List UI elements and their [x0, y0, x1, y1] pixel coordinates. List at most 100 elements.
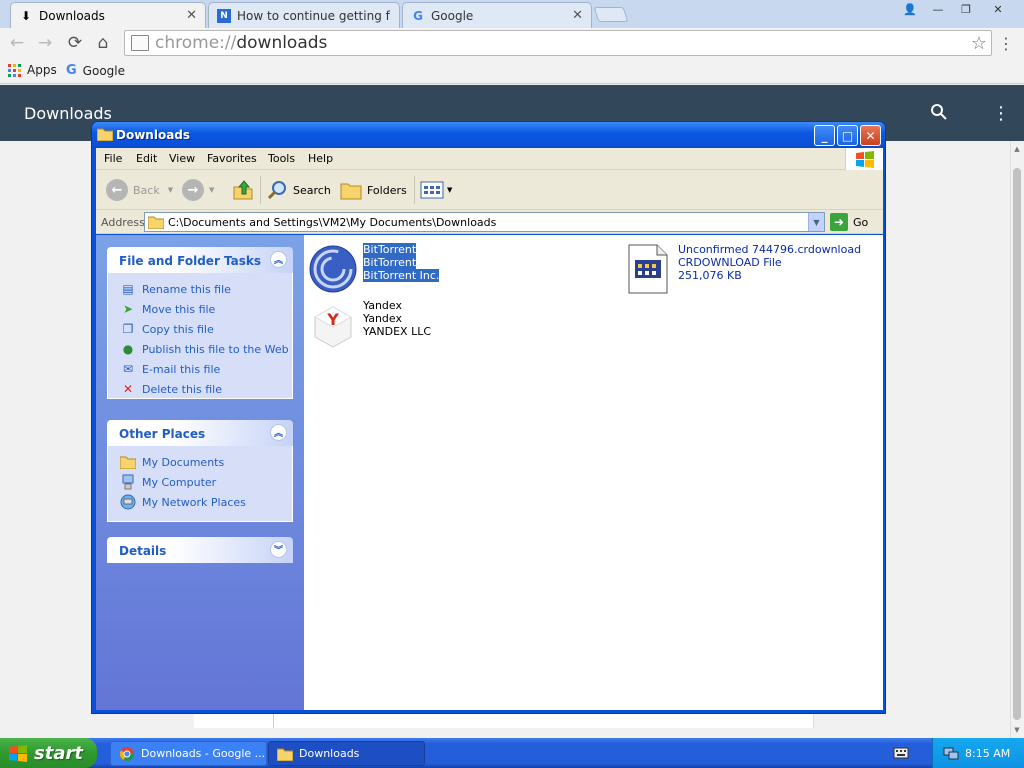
address-dropdown-icon[interactable]: ▼ — [808, 213, 824, 231]
place-my-computer[interactable]: My Computer — [120, 474, 216, 490]
card-divider — [273, 712, 274, 728]
window-close-button[interactable]: ✕ — [984, 0, 1012, 18]
bookmark-label: Google — [82, 63, 125, 78]
scrollbar-thumb[interactable] — [1013, 168, 1021, 720]
rename-icon: ▤ — [122, 282, 134, 296]
file-folder-tasks-header[interactable]: File and Folder Tasks ︽ — [107, 247, 293, 273]
bookmark-label: Apps — [27, 63, 57, 77]
collapse-chevron-icon[interactable]: ︽ — [270, 251, 287, 268]
views-button[interactable]: ▼ — [420, 178, 452, 202]
task-delete[interactable]: ✕ Delete this file — [120, 381, 222, 397]
task-copy[interactable]: ❐ Copy this file — [120, 321, 214, 337]
place-my-documents[interactable]: My Documents — [120, 454, 224, 470]
address-path: C:\Documents and Settings\VM2\My Documen… — [168, 215, 497, 229]
address-bar[interactable]: chrome://downloads ☆ — [124, 30, 992, 56]
task-rename[interactable]: ▤ Rename this file — [120, 281, 231, 297]
bookmark-google[interactable]: G Google — [66, 63, 125, 78]
taskbar-item-downloads[interactable]: Downloads — [268, 741, 425, 766]
task-publish[interactable]: ● Publish this file to the Web — [120, 341, 289, 357]
up-folder-icon — [233, 180, 253, 200]
minimize-button[interactable]: _ — [814, 125, 835, 146]
reload-icon[interactable]: ⟳ — [64, 32, 86, 54]
home-icon[interactable]: ⌂ — [92, 32, 114, 54]
clock[interactable]: 8:15 AM — [965, 747, 1010, 760]
back-label: Back — [133, 183, 160, 197]
start-label: start — [34, 742, 83, 764]
more-options-icon[interactable]: ⋮ — [992, 103, 1010, 124]
menu-favorites[interactable]: Favorites — [207, 152, 257, 165]
start-button[interactable]: start — [0, 738, 97, 768]
url-text: chrome://downloads — [155, 33, 328, 53]
address-toolbar: Address C:\Documents and Settings\VM2\My… — [96, 210, 883, 234]
go-label: Go — [853, 215, 869, 229]
move-icon: ➤ — [122, 302, 134, 316]
search-icon[interactable] — [930, 103, 948, 126]
section-title: File and Folder Tasks — [119, 254, 262, 268]
task-email[interactable]: ✉ E-mail this file — [120, 361, 220, 377]
up-folder-button[interactable] — [232, 178, 254, 202]
go-button[interactable]: ➜ Go — [830, 213, 868, 231]
chrome-icon — [119, 746, 135, 762]
forward-button[interactable]: → ▼ — [182, 178, 214, 202]
chrome-menu-icon[interactable]: ⋮ — [998, 32, 1014, 54]
menu-file[interactable]: File — [104, 152, 122, 165]
dropdown-arrow-icon: ▼ — [447, 186, 453, 194]
explorer-titlebar[interactable]: Downloads _ □ ✕ — [92, 122, 885, 148]
tab-how-to-continue[interactable]: N How to continue getting free — [208, 2, 400, 28]
back-button[interactable]: ← Back ▼ — [106, 178, 173, 202]
close-icon[interactable]: ✕ — [186, 8, 197, 23]
bookmarks-bar: Apps G Google — [0, 58, 1024, 84]
windows-logo-icon — [845, 148, 883, 170]
folders-button[interactable]: Folders — [340, 178, 407, 202]
scroll-down-arrow-icon[interactable]: ▼ — [1011, 724, 1023, 736]
tab-downloads[interactable]: ⬇ Downloads ✕ — [10, 2, 206, 28]
place-my-network[interactable]: My Network Places — [120, 494, 246, 510]
window-title: Downloads — [116, 128, 191, 142]
collapse-chevron-icon[interactable]: ︽ — [270, 424, 287, 441]
close-button[interactable]: ✕ — [860, 125, 881, 146]
taskbar: start Downloads - Google ... Downloads 8… — [0, 738, 1024, 768]
new-tab-button[interactable] — [593, 7, 629, 22]
page-icon — [131, 35, 149, 51]
tab-google[interactable]: G Google ✕ — [402, 2, 592, 28]
close-icon[interactable]: ✕ — [572, 8, 583, 23]
section-title: Details — [119, 544, 167, 558]
task-label: Downloads - Google ... — [141, 747, 266, 760]
expand-chevron-icon[interactable]: ︾ — [270, 541, 287, 558]
address-field[interactable]: C:\Documents and Settings\VM2\My Documen… — [144, 212, 825, 232]
folder-icon — [97, 128, 113, 141]
google-icon: G — [66, 63, 77, 78]
search-button[interactable]: Search — [266, 178, 331, 202]
file-item-crdownload[interactable]: Unconfirmed 744796.crdownload CRDOWNLOAD… — [622, 243, 861, 295]
user-profile-icon[interactable]: 👤 — [896, 0, 924, 18]
details-header[interactable]: Details ︾ — [107, 537, 293, 563]
menu-help[interactable]: Help — [308, 152, 333, 165]
tab-title: Downloads — [39, 8, 105, 23]
explorer-menubar: File Edit View Favorites Tools Help — [96, 148, 883, 170]
svg-text:Y: Y — [326, 310, 339, 329]
network-tray-icon[interactable] — [943, 745, 959, 761]
menu-edit[interactable]: Edit — [136, 152, 157, 165]
minimize-button[interactable]: — — [924, 0, 952, 18]
file-details: BitTorrent BitTorrent BitTorrent Inc. — [363, 243, 440, 295]
keyboard-icon[interactable] — [893, 746, 909, 760]
maximize-button[interactable]: □ — [837, 125, 858, 146]
dropdown-arrow-icon: ▼ — [167, 186, 174, 194]
search-icon — [267, 181, 286, 200]
download-icon: ⬇ — [20, 8, 32, 23]
file-item-yandex[interactable]: Y Yandex Yandex YANDEX LLC — [307, 299, 431, 351]
scroll-up-arrow-icon[interactable]: ▲ — [1011, 143, 1023, 155]
bookmark-star-icon[interactable]: ☆ — [971, 33, 987, 54]
back-arrow-icon[interactable]: ← — [6, 32, 28, 54]
file-item-bittorrent[interactable]: BitTorrent BitTorrent BitTorrent Inc. — [307, 243, 440, 295]
task-move[interactable]: ➤ Move this file — [120, 301, 215, 317]
menu-view[interactable]: View — [169, 152, 195, 165]
site-favicon-icon: N — [217, 8, 231, 23]
restore-button[interactable]: ❐ — [952, 0, 980, 18]
other-places-header[interactable]: Other Places ︽ — [107, 420, 293, 446]
forward-arrow-icon[interactable]: → — [34, 32, 56, 54]
taskbar-item-chrome[interactable]: Downloads - Google ... — [110, 741, 267, 766]
copy-icon: ❐ — [122, 322, 134, 336]
menu-tools[interactable]: Tools — [268, 152, 295, 165]
bookmark-apps[interactable]: Apps — [8, 63, 57, 77]
